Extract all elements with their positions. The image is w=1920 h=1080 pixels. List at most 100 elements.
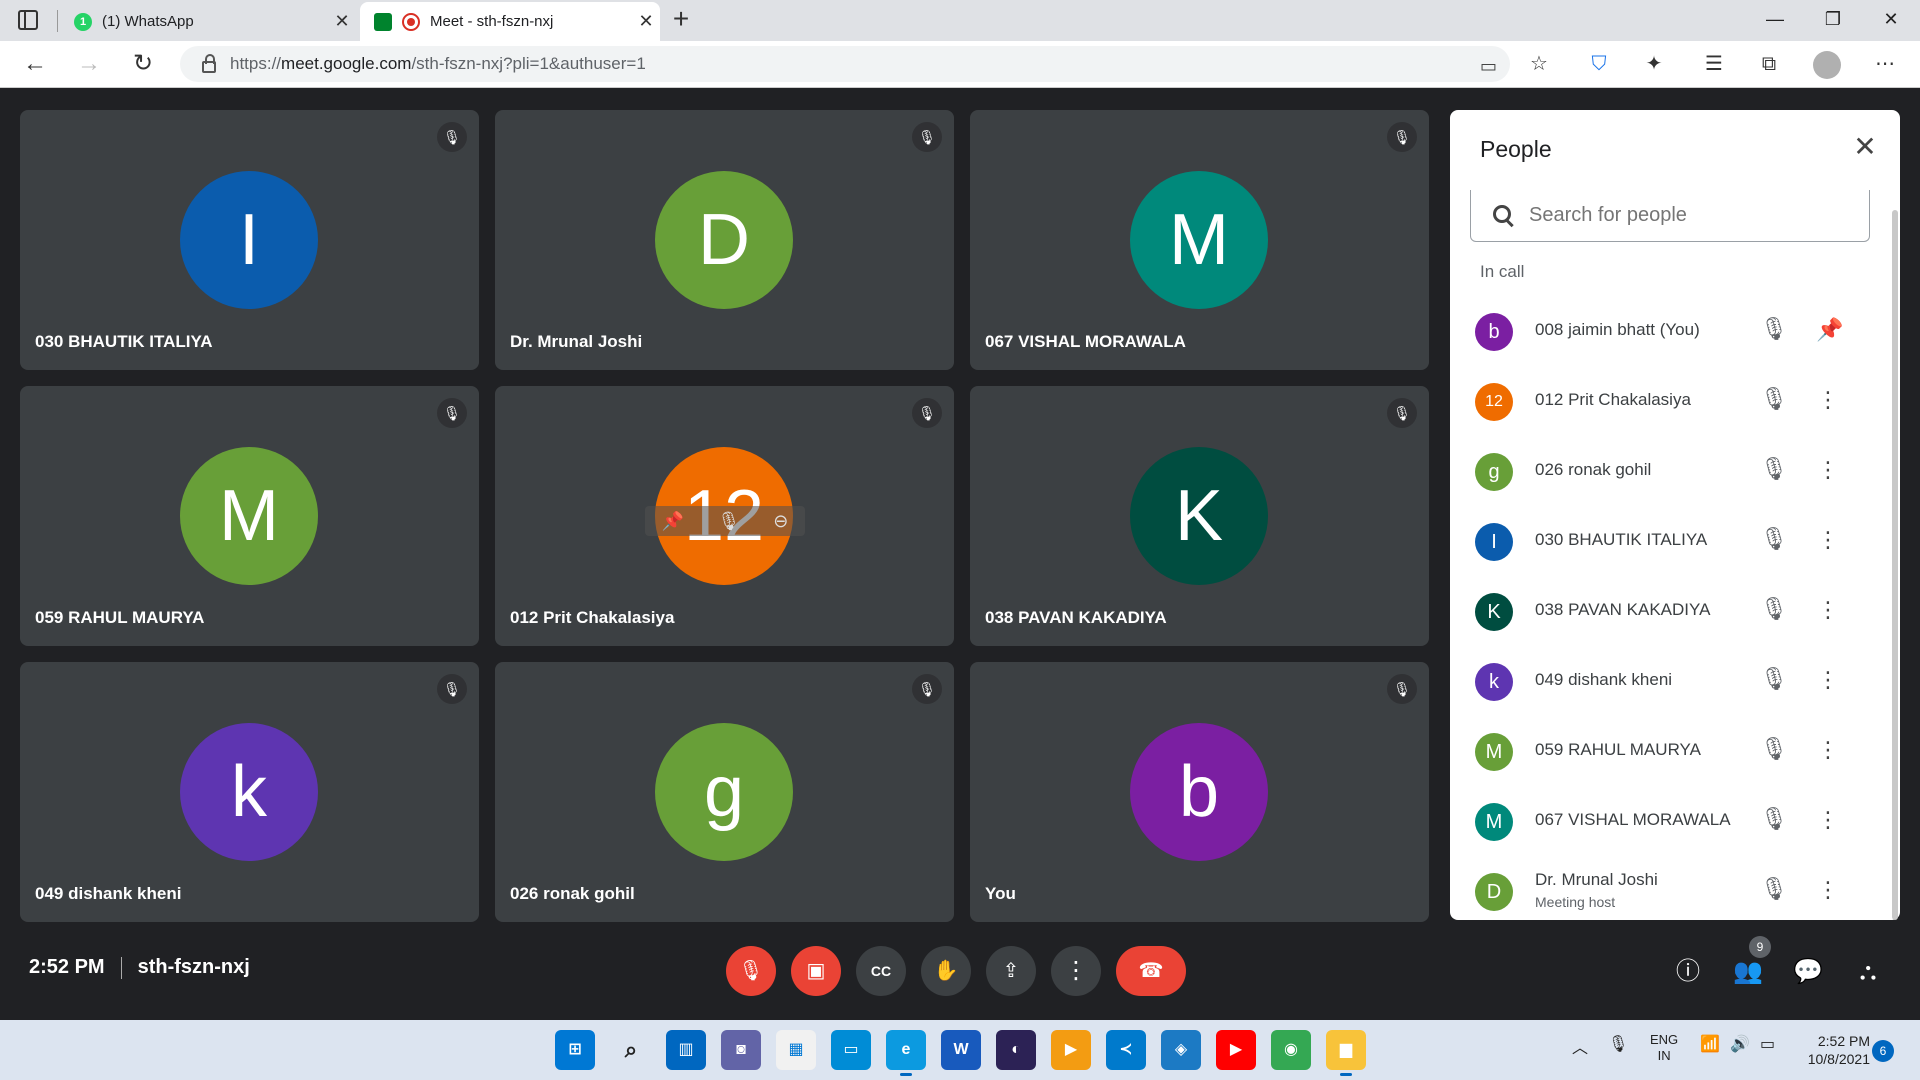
participant-tile[interactable]: 🎙 k 049 dishank kheni <box>20 662 479 922</box>
back-icon[interactable]: ← <box>18 47 52 81</box>
more-icon[interactable]: ⋮ <box>1816 874 1840 906</box>
participant-tile[interactable]: 🎙 I 030 BHAUTIK ITALIYA <box>20 110 479 370</box>
media-player-icon[interactable]: ▶ <box>1051 1030 1091 1070</box>
mic-toggle-button[interactable]: 🎙 <box>726 946 776 996</box>
tab-title: (1) WhatsApp <box>102 13 194 30</box>
more-icon[interactable]: ⋮ <box>1816 524 1840 556</box>
desktop-icon[interactable]: ▭ <box>831 1030 871 1070</box>
participant-tile[interactable]: 🎙 12 📌 🎙 ⊖ 012 Prit Chakalasiya <box>495 386 954 646</box>
close-tab-icon[interactable]: ✕ <box>632 11 660 32</box>
present-button[interactable]: ⇪ <box>986 946 1036 996</box>
language-indicator[interactable]: ENG IN <box>1650 1032 1678 1064</box>
leave-call-button[interactable]: ☎ <box>1116 946 1186 996</box>
more-options-button[interactable]: ⋮ <box>1051 946 1101 996</box>
pin-icon[interactable]: 📌 <box>662 511 684 532</box>
participant-name: Dr. Mrunal Joshi <box>1535 870 1658 889</box>
eclipse-icon[interactable]: ◐ <box>996 1030 1036 1070</box>
list-item[interactable]: M 059 RAHUL MAURYA 🎙 ⋮ <box>1450 716 1900 786</box>
participant-tile[interactable]: 🎙 K 038 PAVAN KAKADIYA <box>970 386 1429 646</box>
list-item[interactable]: M 067 VISHAL MORAWALA 🎙 ⋮ <box>1450 786 1900 856</box>
restore-icon[interactable]: ❐ <box>1804 0 1862 40</box>
search-input[interactable] <box>1529 204 1849 227</box>
more-icon[interactable]: ⋮ <box>1816 664 1840 696</box>
volume-icon[interactable]: 🔊 <box>1730 1034 1750 1054</box>
profile-avatar[interactable] <box>1813 51 1841 79</box>
chat-icon[interactable]: 💬 <box>1788 952 1828 992</box>
file-explorer-icon[interactable]: ▆ <box>1326 1030 1366 1076</box>
chrome-icon[interactable]: ◉ <box>1271 1030 1311 1070</box>
participant-tile[interactable]: 🎙 M 059 RAHUL MAURYA <box>20 386 479 646</box>
list-item[interactable]: g 026 ronak gohil 🎙 ⋮ <box>1450 436 1900 506</box>
remove-icon[interactable]: ⊖ <box>773 511 788 532</box>
teams-chat-icon[interactable]: ◙ <box>721 1030 761 1070</box>
extensions-icon[interactable]: ✦ <box>1637 47 1671 81</box>
activities-icon[interactable]: ⛬ <box>1848 952 1888 992</box>
people-icon[interactable]: 👥 <box>1728 952 1768 992</box>
camera-toggle-button[interactable]: ▣ <box>791 946 841 996</box>
chevron-up-icon[interactable]: ︿ <box>1572 1034 1588 1058</box>
search-icon[interactable]: ⌕ <box>611 1030 651 1070</box>
settings-more-icon[interactable]: ⋯ <box>1868 47 1902 81</box>
browser-tab-strip: 1 (1) WhatsApp ✕ Meet - sth-fszn-nxj ✕ +… <box>0 0 1920 41</box>
avatar: b <box>1475 313 1513 351</box>
more-icon[interactable]: ⋮ <box>1816 804 1840 836</box>
participant-tile[interactable]: 🎙 g 026 ronak gohil <box>495 662 954 922</box>
captions-button[interactable]: CC <box>856 946 906 996</box>
list-item[interactable]: 12 012 Prit Chakalasiya 🎙 ⋮ <box>1450 366 1900 436</box>
reload-icon[interactable]: ↻ <box>126 47 160 81</box>
list-item[interactable]: b 008 jaimin bhatt (You) 🎙 📌 <box>1450 296 1900 366</box>
raise-hand-button[interactable]: ✋ <box>921 946 971 996</box>
pin-icon[interactable]: 📌 <box>1816 314 1843 346</box>
shield-icon[interactable]: ⛉ <box>1582 47 1616 81</box>
list-item[interactable]: I 030 BHAUTIK ITALIYA 🎙 ⋮ <box>1450 506 1900 576</box>
more-icon[interactable]: ⋮ <box>1816 384 1840 416</box>
battery-icon[interactable]: ▭ <box>1760 1034 1775 1054</box>
collections-icon[interactable]: ⧉ <box>1752 47 1786 81</box>
microphone-icon[interactable]: 🎙 <box>1608 1034 1628 1054</box>
address-bar[interactable]: https://meet.google.com/sth-fszn-nxj?pli… <box>180 46 1510 82</box>
tab-whatsapp[interactable]: 1 (1) WhatsApp ✕ <box>60 2 356 41</box>
participant-tile[interactable]: 🎙 D Dr. Mrunal Joshi <box>495 110 954 370</box>
avatar: 12 <box>1475 383 1513 421</box>
close-tab-icon[interactable]: ✕ <box>328 11 356 32</box>
participant-tile[interactable]: 🎙 M 067 VISHAL MORAWALA <box>970 110 1429 370</box>
favorites-icon[interactable]: ☰ <box>1697 47 1731 81</box>
info-icon[interactable]: ⓘ <box>1668 952 1708 992</box>
avatar: k <box>180 723 318 861</box>
people-search[interactable] <box>1470 190 1870 242</box>
close-icon[interactable]: ✕ <box>1848 130 1882 164</box>
close-window-icon[interactable]: ✕ <box>1862 0 1920 40</box>
app-icon[interactable]: ◈ <box>1161 1030 1201 1070</box>
task-view-icon[interactable]: ▥ <box>666 1030 706 1070</box>
forward-icon[interactable]: → <box>72 47 106 81</box>
more-icon[interactable]: ⋮ <box>1816 454 1840 486</box>
list-item[interactable]: K 038 PAVAN KAKADIYA 🎙 ⋮ <box>1450 576 1900 646</box>
word-icon[interactable]: W <box>941 1030 981 1070</box>
start-icon[interactable]: ⊞ <box>555 1030 595 1070</box>
youtube-icon[interactable]: ▶ <box>1216 1030 1256 1070</box>
mic-off-icon: 🎙 <box>1387 122 1417 152</box>
list-item[interactable]: k 049 dishank kheni 🎙 ⋮ <box>1450 646 1900 716</box>
browser-toolbar: ← → ↻ https://meet.google.com/sth-fszn-n… <box>0 41 1920 88</box>
lock-icon[interactable] <box>202 54 216 73</box>
scrollbar[interactable] <box>1892 210 1898 920</box>
store-icon[interactable]: ▦ <box>776 1030 816 1070</box>
camera-in-use-icon[interactable]: ▭ <box>1480 56 1497 77</box>
vscode-icon[interactable]: ≺ <box>1106 1030 1146 1070</box>
section-label: In call <box>1480 262 1525 281</box>
tab-meet[interactable]: Meet - sth-fszn-nxj ✕ <box>360 2 660 41</box>
url-prefix: https:// <box>230 54 282 73</box>
wifi-icon[interactable]: 📶 <box>1700 1034 1720 1054</box>
new-tab-button[interactable]: + <box>664 3 698 37</box>
list-item[interactable]: D Dr. Mrunal Joshi Meeting host 🎙 ⋮ <box>1450 856 1900 920</box>
self-tile[interactable]: 🎙 b You <box>970 662 1429 922</box>
tab-actions-icon[interactable] <box>18 10 38 30</box>
minimize-icon[interactable]: — <box>1746 0 1804 40</box>
mute-participant-icon[interactable]: 🎙 <box>717 511 740 532</box>
edge-icon[interactable]: e <box>886 1030 926 1076</box>
more-icon[interactable]: ⋮ <box>1816 594 1840 626</box>
system-clock[interactable]: 2:52 PM 10/8/2021 <box>1790 1032 1870 1068</box>
favorite-icon[interactable]: ☆ <box>1522 47 1556 81</box>
notification-badge[interactable]: 6 <box>1872 1040 1894 1062</box>
more-icon[interactable]: ⋮ <box>1816 734 1840 766</box>
